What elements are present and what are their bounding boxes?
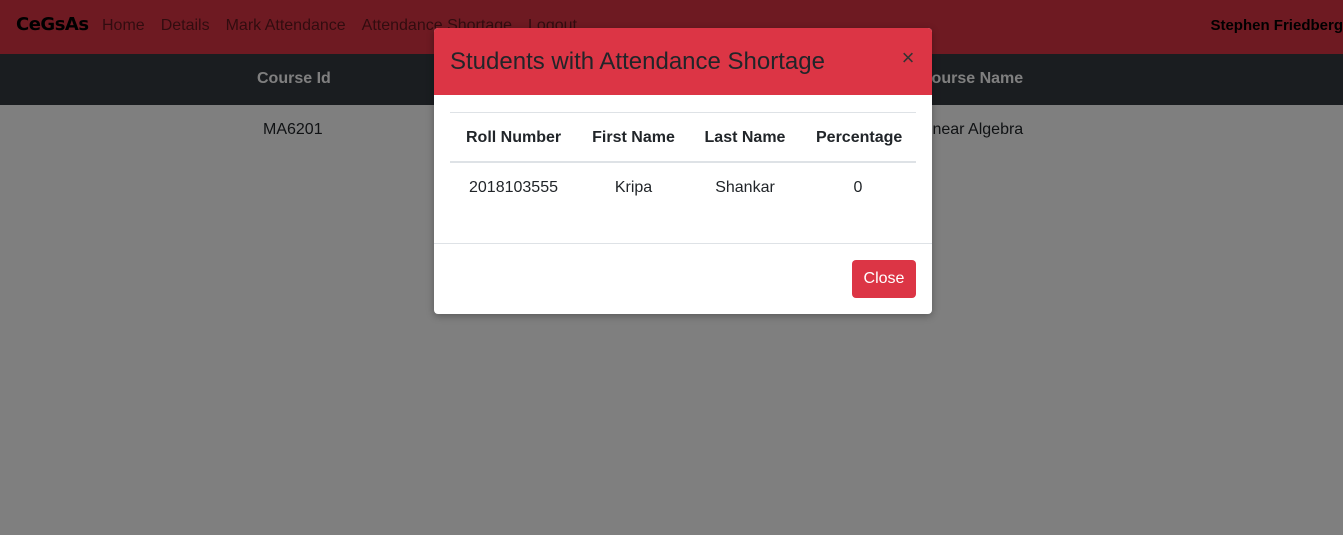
- table-row[interactable]: 2018103555 Kripa Shankar 0: [450, 163, 916, 213]
- close-button[interactable]: Close: [852, 260, 916, 298]
- cell-percentage: 0: [853, 179, 863, 196]
- attendance-shortage-modal: Students with Attendance Shortage × Roll…: [434, 28, 932, 314]
- modal-header: Students with Attendance Shortage ×: [434, 28, 932, 95]
- cell-first-name: Kripa: [614, 179, 653, 196]
- students-table: Roll Number First Name Last Name Percent…: [450, 112, 916, 213]
- cell-roll-number: 2018103555: [469, 179, 558, 196]
- header-percentage: Percentage: [816, 129, 903, 146]
- cell-last-name: Shankar: [715, 179, 775, 196]
- modal-footer: Close: [434, 243, 932, 314]
- header-last-name: Last Name: [704, 129, 786, 146]
- students-table-header: Roll Number First Name Last Name Percent…: [450, 113, 916, 163]
- header-roll-number: Roll Number: [466, 129, 562, 146]
- close-icon[interactable]: ×: [898, 46, 918, 70]
- modal-title: Students with Attendance Shortage: [450, 48, 825, 75]
- modal-body: Roll Number First Name Last Name Percent…: [434, 95, 932, 244]
- header-first-name: First Name: [592, 129, 675, 146]
